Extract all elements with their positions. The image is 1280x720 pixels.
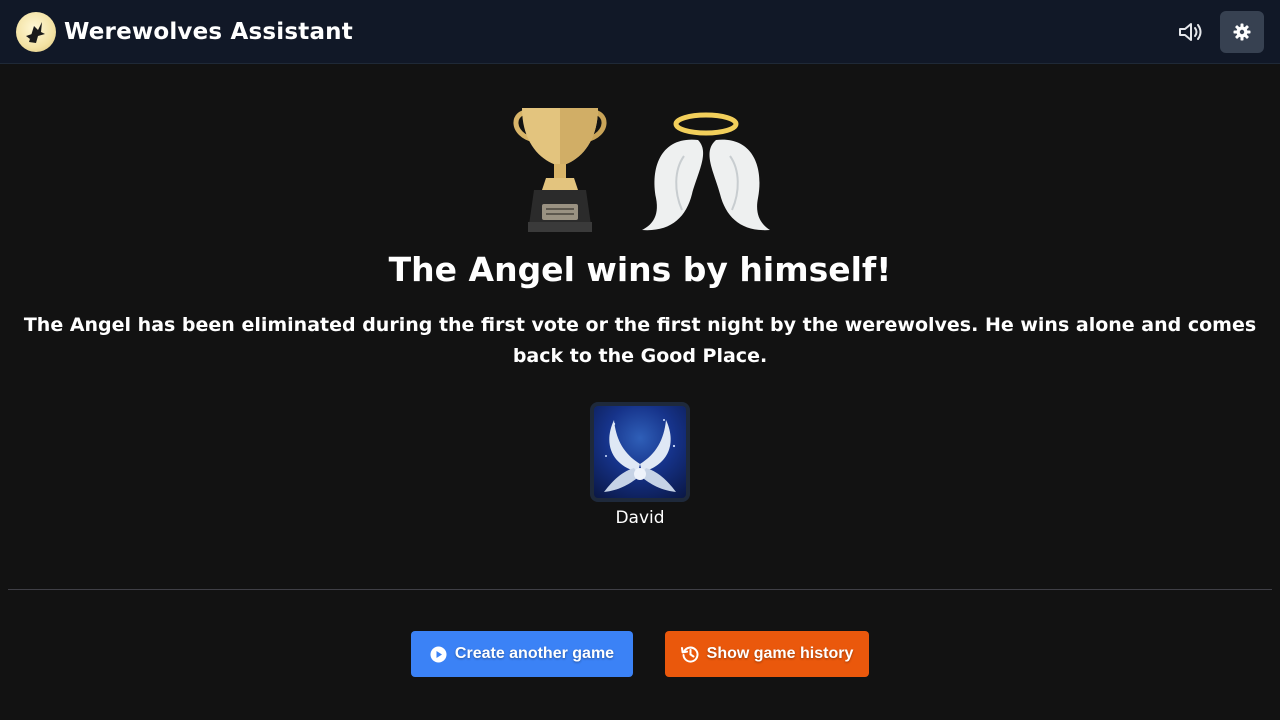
show-game-history-label: Show game history: [706, 645, 854, 662]
divider: [8, 589, 1272, 590]
volume-icon: [1179, 23, 1202, 41]
volume-button[interactable]: [1174, 16, 1208, 48]
play-circle-icon: [430, 646, 447, 662]
trophy-icon: [508, 104, 612, 232]
create-another-game-label: Create another game: [454, 645, 615, 662]
victory-description: The Angel has been eliminated during the…: [23, 314, 1257, 367]
victory-title: The Angel wins by himself!: [388, 250, 892, 289]
show-game-history-button[interactable]: Show game history: [665, 631, 869, 677]
werewolf-logo-icon[interactable]: [16, 12, 56, 52]
angel-wings-icon: [640, 106, 772, 232]
gear-icon: [1233, 23, 1251, 41]
winner-player-name: David: [615, 508, 665, 528]
settings-button[interactable]: [1220, 11, 1264, 53]
app-title[interactable]: Werewolves Assistant: [64, 17, 353, 47]
history-icon: [680, 646, 699, 663]
navbar: Werewolves Assistant: [0, 0, 1280, 64]
winner-player-card[interactable]: [590, 402, 690, 502]
angel-role-icon: [594, 406, 686, 498]
create-another-game-button[interactable]: Create another game: [411, 631, 633, 677]
